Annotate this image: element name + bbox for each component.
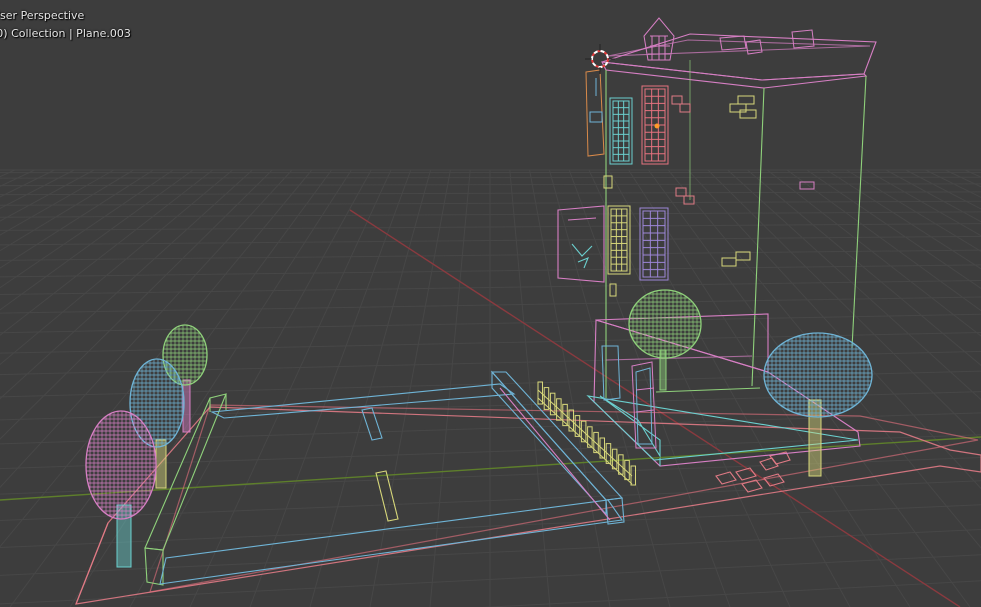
clock-sign[interactable] <box>557 205 605 283</box>
tree-crown <box>628 289 702 359</box>
tree-trunk <box>116 504 132 568</box>
3d-cursor <box>585 44 615 74</box>
viewport-scene[interactable] <box>0 0 981 607</box>
window <box>639 207 669 281</box>
window <box>607 205 631 275</box>
object-origin-dot <box>654 123 660 129</box>
tree-round-blue <box>763 332 873 477</box>
ground-plane[interactable] <box>75 404 981 605</box>
tree-trunk <box>808 399 822 477</box>
house-windows[interactable] <box>607 85 669 281</box>
picket-fence[interactable] <box>537 381 636 486</box>
3d-viewport[interactable]: User Perspective (0) Collection | Plane.… <box>0 0 981 607</box>
house-roof-turret[interactable] <box>643 17 815 61</box>
view-label: User Perspective <box>0 9 85 22</box>
house-door[interactable] <box>601 345 657 449</box>
floor-grid <box>0 169 981 607</box>
collection-label: (0) Collection | Plane.003 <box>0 27 131 40</box>
window <box>609 97 633 165</box>
